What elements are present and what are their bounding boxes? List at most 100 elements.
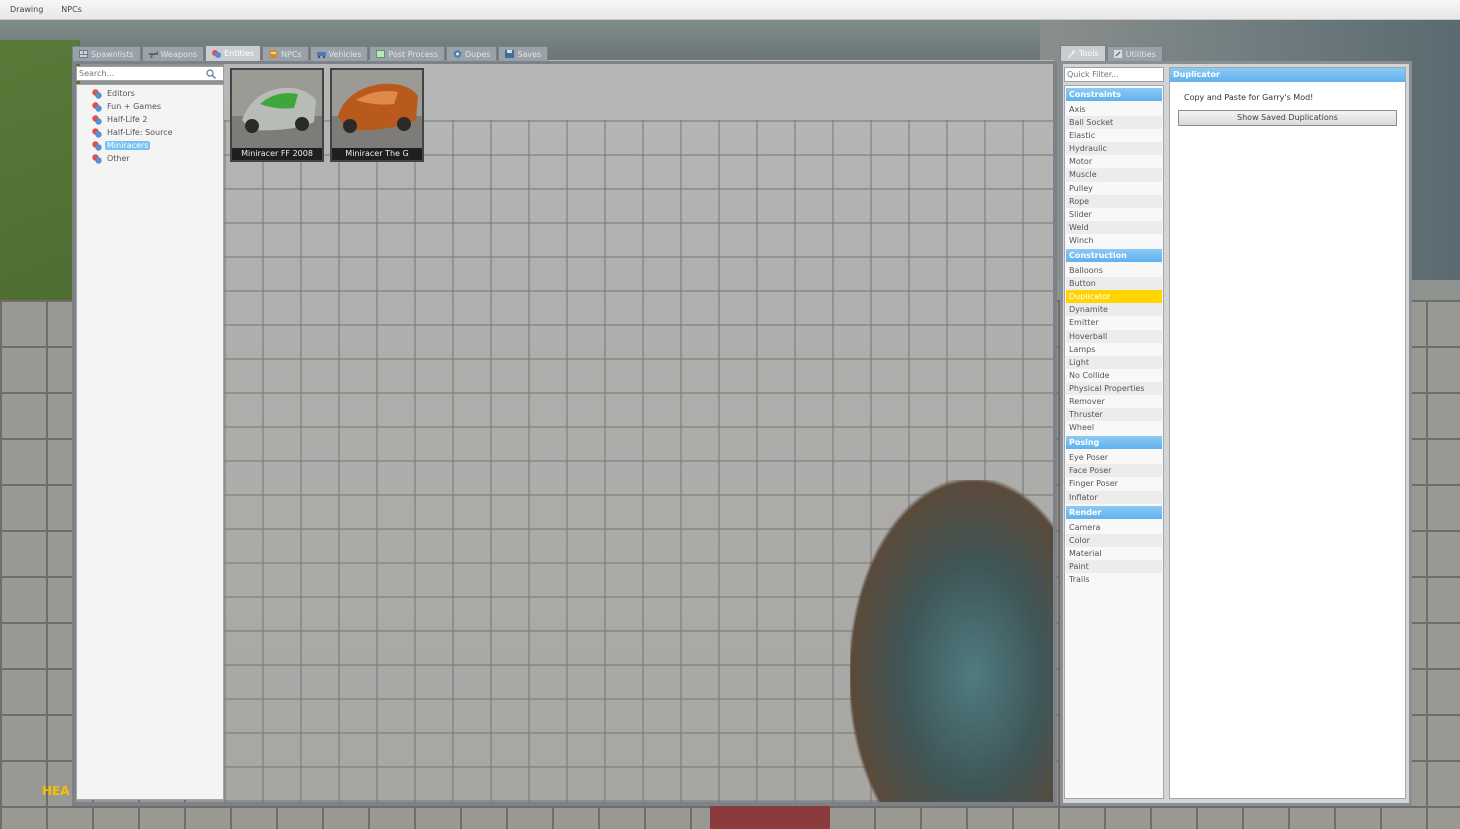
tree-item-fun-games[interactable]: Fun + Games: [77, 100, 223, 113]
tool-item-weld[interactable]: Weld: [1066, 220, 1162, 234]
tree-item-label: Editors: [107, 89, 135, 98]
tool-item-emitter[interactable]: Emitter: [1066, 316, 1162, 329]
tool-item-motor[interactable]: Motor: [1066, 155, 1162, 168]
menu-drawing[interactable]: Drawing: [10, 5, 43, 14]
show-saved-duplications-button[interactable]: Show Saved Duplications: [1178, 110, 1397, 126]
bricks-icon: [92, 114, 102, 125]
tool-settings-panel: Duplicator Copy and Paste for Garry's Mo…: [1169, 67, 1406, 799]
tool-item-thruster[interactable]: Thruster: [1066, 408, 1162, 422]
spawn-content-area: Miniracer FF 2008 Miniracer The G: [226, 66, 1054, 804]
tool-item-elastic[interactable]: Elastic: [1066, 129, 1162, 142]
tab-label: Dupes: [465, 49, 491, 59]
tool-item-hydraulic[interactable]: Hydraulic: [1066, 142, 1162, 156]
tree-item-label: Miniracers: [105, 141, 151, 150]
tool-item-hoverball[interactable]: Hoverball: [1066, 329, 1162, 343]
tab-label: Weapons: [160, 49, 198, 59]
bricks-icon: [92, 140, 102, 151]
tool-item-light[interactable]: Light: [1066, 355, 1162, 369]
tab-post-process[interactable]: Post Process: [369, 46, 445, 61]
tool-category-header[interactable]: Constraints: [1066, 88, 1162, 101]
tool-item-pulley[interactable]: Pulley: [1066, 182, 1162, 195]
spawn-icon-label: Miniracer The G: [332, 148, 422, 160]
tab-tools[interactable]: Tools: [1060, 45, 1106, 61]
hud-health-label: HEA: [42, 784, 70, 798]
tool-item-eye-poser[interactable]: Eye Poser: [1066, 451, 1162, 464]
tab-label: Tools: [1079, 49, 1099, 58]
tab-npcs[interactable]: NPCs: [262, 46, 309, 61]
bricks-icon: [92, 127, 102, 138]
tool-item-muscle[interactable]: Muscle: [1066, 168, 1162, 182]
tool-item-wheel[interactable]: Wheel: [1066, 421, 1162, 434]
category-tree: Editors Fun + Games Half-Life 2 Half-Lif…: [76, 84, 224, 800]
tool-settings-title: Duplicator: [1170, 68, 1405, 82]
toolmenu-tabs: Tools Utilities: [1060, 45, 1164, 61]
tool-item-slider[interactable]: Slider: [1066, 208, 1162, 221]
tab-label: Utilities: [1125, 49, 1156, 59]
spawn-icon-miniracer-ff-2008[interactable]: Miniracer FF 2008: [230, 68, 324, 162]
tab-label: Post Process: [388, 49, 438, 59]
tab-saves[interactable]: Saves: [498, 46, 549, 61]
tree-item-half-life-source[interactable]: Half-Life: Source: [77, 126, 223, 139]
tool-item-physical-properties[interactable]: Physical Properties: [1066, 381, 1162, 395]
tool-item-winch[interactable]: Winch: [1066, 234, 1162, 247]
tool-item-material[interactable]: Material: [1066, 547, 1162, 560]
dupes-icon: [453, 50, 462, 58]
spawnmenu-tabs: Spawnlists Weapons Entities NPCs Vehicle…: [72, 45, 549, 61]
tab-weapons[interactable]: Weapons: [141, 46, 205, 61]
tool-category-header[interactable]: Construction: [1066, 249, 1162, 263]
tool-category-header[interactable]: Posing: [1066, 436, 1162, 450]
tree-item-other[interactable]: Other: [77, 152, 223, 165]
quick-filter-input[interactable]: [1065, 68, 1161, 81]
tab-vehicles[interactable]: Vehicles: [309, 46, 369, 61]
menu-npcs[interactable]: NPCs: [61, 5, 82, 14]
bricks-icon: [92, 153, 102, 164]
tool-item-duplicator[interactable]: Duplicator: [1066, 290, 1162, 304]
wrench-icon: [1067, 49, 1076, 58]
tool-item-button[interactable]: Button: [1066, 277, 1162, 291]
context-menubar: Drawing NPCs: [0, 0, 1460, 20]
weapon-icon: [148, 50, 158, 58]
tool-item-ball-socket[interactable]: Ball Socket: [1066, 116, 1162, 130]
background-object: [710, 806, 830, 829]
tool-item-paint[interactable]: Paint: [1066, 559, 1162, 573]
npc-icon: [269, 50, 278, 58]
tree-item-label: Other: [107, 154, 130, 163]
tool-item-dynamite[interactable]: Dynamite: [1066, 303, 1162, 317]
entities-icon: [212, 49, 222, 58]
tool-item-rope[interactable]: Rope: [1066, 194, 1162, 208]
tree-item-label: Half-Life: Source: [107, 128, 173, 137]
tree-item-miniracers[interactable]: Miniracers: [77, 139, 223, 152]
tool-item-face-poser[interactable]: Face Poser: [1066, 464, 1162, 478]
tool-item-finger-poser[interactable]: Finger Poser: [1066, 477, 1162, 490]
tab-spawnlists[interactable]: Spawnlists: [72, 46, 141, 61]
tab-label: Spawnlists: [91, 49, 134, 59]
tool-item-lamps[interactable]: Lamps: [1066, 343, 1162, 356]
tab-label: NPCs: [281, 49, 302, 59]
spawn-icon-label: Miniracer FF 2008: [232, 148, 322, 160]
tree-item-editors[interactable]: Editors: [77, 87, 223, 100]
saves-icon: [505, 50, 515, 58]
miniracer-g-thumbnail: [332, 70, 422, 148]
tool-item-color[interactable]: Color: [1066, 533, 1162, 547]
tool-item-axis[interactable]: Axis: [1066, 103, 1162, 116]
tool-category-header[interactable]: Render: [1066, 505, 1162, 519]
search-icon[interactable]: [205, 68, 217, 80]
tool-item-no-collide[interactable]: No Collide: [1066, 369, 1162, 382]
tool-item-remover[interactable]: Remover: [1066, 395, 1162, 408]
tool-description: Copy and Paste for Garry's Mod!: [1184, 93, 1314, 102]
tool-list: Constraints Axis Ball Socket Elastic Hyd…: [1064, 85, 1164, 799]
tab-entities[interactable]: Entities: [205, 45, 262, 61]
search-input[interactable]: [77, 67, 205, 80]
tool-item-inflator[interactable]: Inflator: [1066, 490, 1162, 504]
tab-dupes[interactable]: Dupes: [446, 46, 498, 61]
tab-utilities[interactable]: Utilities: [1106, 46, 1163, 61]
spawnmenu-sidebar: Editors Fun + Games Half-Life 2 Half-Lif…: [76, 66, 224, 800]
tab-label: Vehicles: [328, 49, 362, 59]
tool-item-trails[interactable]: Trails: [1066, 573, 1162, 586]
spawnlist-icon: [79, 50, 88, 58]
tree-item-half-life-2[interactable]: Half-Life 2: [77, 113, 223, 126]
spawn-icon-miniracer-the-g[interactable]: Miniracer The G: [330, 68, 424, 162]
tool-item-balloons[interactable]: Balloons: [1066, 264, 1162, 277]
postprocess-icon: [376, 50, 386, 58]
tool-item-camera[interactable]: Camera: [1066, 521, 1162, 534]
